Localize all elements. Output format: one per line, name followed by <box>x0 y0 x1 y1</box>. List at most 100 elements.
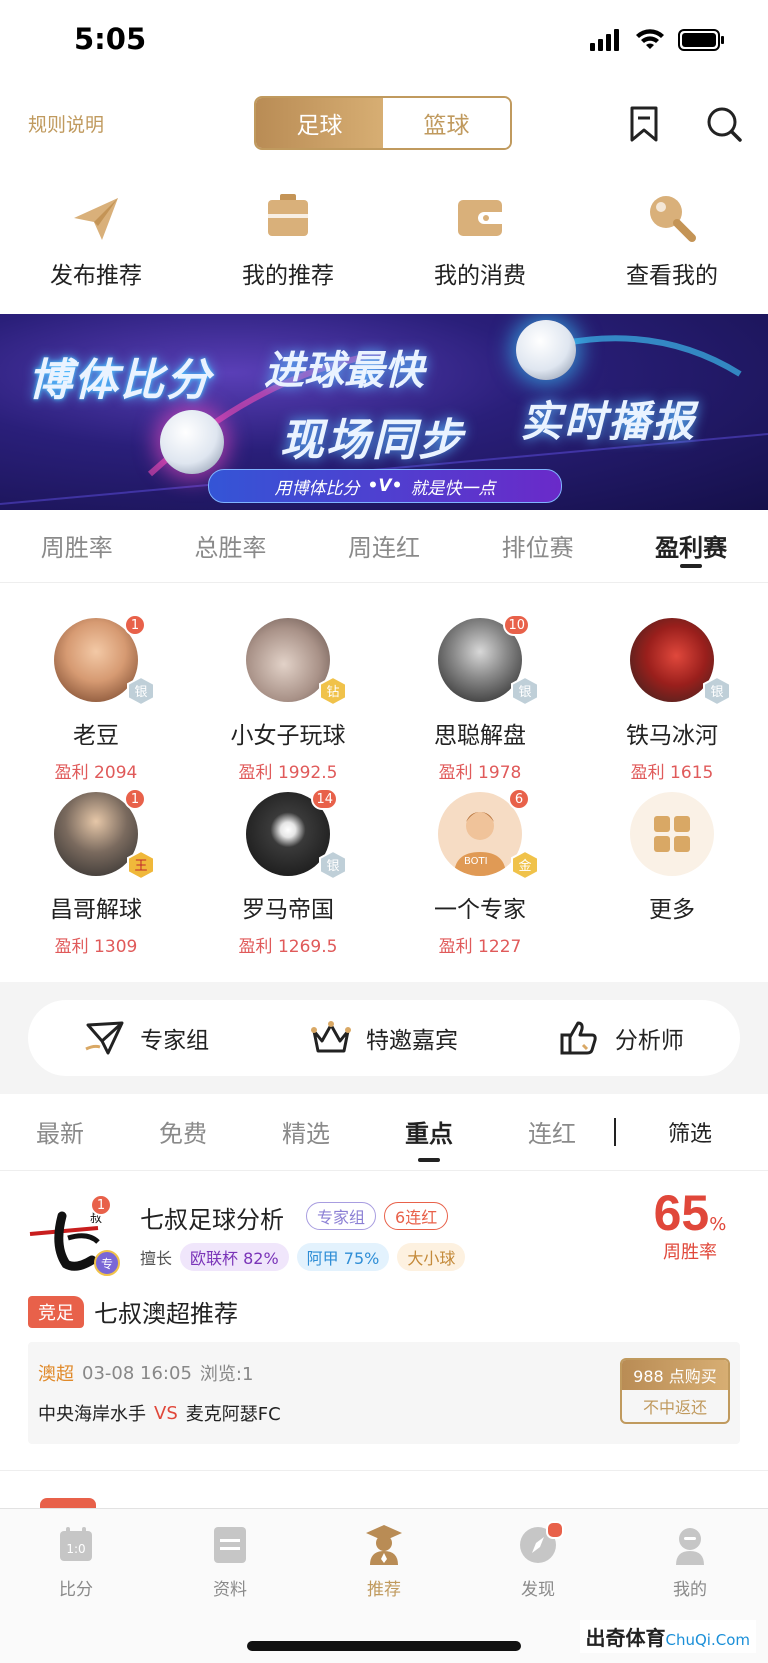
expert-profit: 盈利 1269.5 <box>238 937 338 957</box>
document-icon <box>208 1523 252 1567</box>
author-name[interactable]: 七叔足球分析 <box>140 1200 284 1235</box>
tab-basketball[interactable]: 篮球 <box>383 98 510 148</box>
tab-discover[interactable]: 发现 <box>488 1521 588 1600</box>
expert-card[interactable]: 14 银 罗马帝国 盈利 1269.5 <box>192 788 384 957</box>
win-rate-unit: % <box>709 1214 727 1235</box>
author-avatar[interactable]: 叔 1 专 <box>28 1194 126 1278</box>
league-name: 澳超 <box>38 1364 74 1385</box>
rank-badge: 6 <box>508 788 530 810</box>
tab-football[interactable]: 足球 <box>256 98 383 148</box>
expert-card[interactable]: 1 银 老豆 盈利 2094 <box>0 614 192 783</box>
tab-data[interactable]: 资料 <box>180 1523 280 1600</box>
quick-action-view-mine[interactable]: 查看我的 <box>576 190 768 290</box>
expert-card[interactable]: BOTI 6 金 一个专家 盈利 1227 <box>384 788 576 957</box>
tab-key[interactable]: 重点 <box>405 1114 453 1162</box>
avatar: BOTI 6 金 <box>438 788 539 880</box>
post-title-row[interactable]: 竞足 七叔澳超推荐 <box>28 1294 238 1329</box>
feed-tabs: 最新 免费 精选 重点 连红 筛选 <box>0 1094 768 1171</box>
quick-action-my-recommend[interactable]: 我的推荐 <box>192 190 384 290</box>
category-expert-group[interactable]: 专家组 <box>28 1000 265 1076</box>
expert-card[interactable]: 钻 小女子玩球 盈利 1992.5 <box>192 618 384 783</box>
banner-text-3: 现场同步 <box>280 415 464 466</box>
promo-banner[interactable]: 博体比分 进球最快 现场同步 实时播报 用博体比分 •V• 就是快一点 <box>0 314 768 510</box>
tab-total-win-rate[interactable]: 总胜率 <box>154 510 308 582</box>
tab-label: 发现 <box>521 1580 555 1600</box>
watermark-brand: 出奇体育 <box>585 1626 666 1650</box>
graduate-icon <box>362 1523 406 1567</box>
expert-card[interactable]: 1 王 昌哥解球 盈利 1309 <box>0 788 192 957</box>
tab-selected[interactable]: 精选 <box>282 1114 330 1149</box>
tab-label: 比分 <box>59 1580 93 1600</box>
view-count: 浏览:1 <box>199 1364 254 1385</box>
rank-badge: 14 <box>311 788 338 810</box>
buy-button[interactable]: 988 点购买 不中返还 <box>620 1358 730 1424</box>
tab-recommend[interactable]: 推荐 <box>334 1523 434 1600</box>
status-time: 5:05 <box>74 22 147 56</box>
avatar: 1 银 <box>54 614 155 706</box>
expert-card[interactable]: 银 铁马冰河 盈利 1615 <box>576 618 768 783</box>
expert-profit: 盈利 1309 <box>54 937 138 957</box>
briefcase-icon <box>260 190 316 246</box>
level-silver-icon: 银 <box>703 676 731 706</box>
tab-weekly-streak[interactable]: 周连红 <box>307 510 461 582</box>
tab-mine[interactable]: 我的 <box>640 1523 740 1600</box>
avatar: 钻 <box>246 618 347 706</box>
quick-action-my-spending[interactable]: 我的消费 <box>384 190 576 290</box>
expert-name: 小女子玩球 <box>230 723 346 749</box>
avatar: 银 <box>630 618 731 706</box>
level-king-icon: 王 <box>127 850 155 880</box>
watermark: 出奇体育ChuQi.Com <box>579 1620 756 1653</box>
paper-plane-icon <box>68 190 124 246</box>
watermark-site: ChuQi.Com <box>665 1631 751 1649</box>
magnifier-icon <box>644 190 700 246</box>
tab-label: 资料 <box>213 1580 247 1600</box>
match-datetime: 03-08 16:05 <box>82 1362 192 1384</box>
thumbs-up-icon <box>560 1021 597 1055</box>
quick-action-label: 我的消费 <box>434 263 526 289</box>
specialty-tag: 阿甲 75% <box>296 1243 390 1271</box>
bookmark-icon[interactable] <box>624 104 664 144</box>
svg-text:银: 银 <box>326 859 339 874</box>
expert-name: 铁马冰河 <box>626 723 718 749</box>
wallet-icon <box>452 190 508 246</box>
specialties-row: 擅长 欧联杯 82% 阿甲 75% 大小球 <box>140 1243 466 1271</box>
expert-card[interactable]: 10 银 思聪解盘 盈利 1978 <box>384 614 576 783</box>
tab-streak[interactable]: 连红 <box>528 1114 576 1149</box>
rules-link[interactable]: 规则说明 <box>28 110 104 137</box>
category-analyst[interactable]: 分析师 <box>503 1000 740 1076</box>
vs-logo-icon: •V• <box>367 476 403 496</box>
specialty-tag: 大小球 <box>397 1243 466 1271</box>
tab-profit[interactable]: 盈利赛 <box>614 510 768 582</box>
tab-latest[interactable]: 最新 <box>36 1114 84 1149</box>
match-teams: 中央海岸水手 VS 麦克阿瑟FC <box>38 1400 281 1426</box>
tab-score[interactable]: 1:0 比分 <box>26 1523 126 1600</box>
avatar: 1 王 <box>54 788 155 880</box>
quick-action-publish[interactable]: 发布推荐 <box>0 190 192 290</box>
filter-button[interactable]: 筛选 <box>668 1116 712 1148</box>
good-at-label: 擅长 <box>140 1249 173 1268</box>
search-icon[interactable] <box>704 104 744 144</box>
banner-slogan-left: 用博体比分 <box>274 478 360 499</box>
level-silver-icon: 银 <box>511 676 539 706</box>
status-icons <box>590 28 726 52</box>
expert-name: 罗马帝国 <box>242 897 334 923</box>
more-experts-button[interactable]: 更多 <box>576 792 768 924</box>
home-indicator[interactable] <box>247 1641 521 1651</box>
tab-ranked[interactable]: 排位赛 <box>461 510 615 582</box>
level-diamond-icon: 钻 <box>319 676 347 706</box>
grid-icon <box>654 816 690 852</box>
tab-free[interactable]: 免费 <box>159 1114 207 1149</box>
svg-text:金: 金 <box>518 858 531 874</box>
tab-weekly-win-rate[interactable]: 周胜率 <box>0 510 154 582</box>
notification-dot <box>546 1521 564 1539</box>
vs-label: VS <box>154 1402 178 1424</box>
sport-segmented-control: 足球 篮球 <box>254 96 512 150</box>
tab-label: 我的 <box>673 1580 707 1600</box>
specialty-tag: 欧联杯 82% <box>180 1243 289 1271</box>
expert-badge: 专 <box>94 1250 120 1276</box>
more-avatar <box>630 792 714 876</box>
category-guest[interactable]: 特邀嘉宾 <box>265 1000 502 1076</box>
expert-name: 思聪解盘 <box>434 723 526 749</box>
home-team: 中央海岸水手 <box>38 1404 146 1425</box>
author-tags: 专家组 6连红 <box>306 1202 449 1230</box>
